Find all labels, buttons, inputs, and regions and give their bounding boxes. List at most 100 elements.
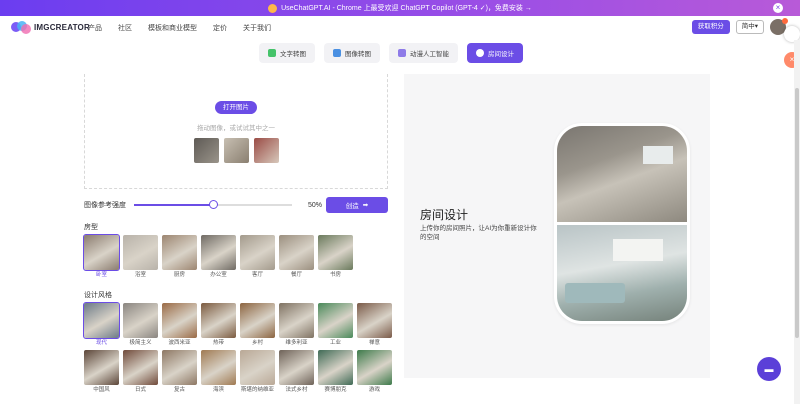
language-select[interactable]: 简中▾ [735,20,764,34]
nav-item-templates[interactable]: 模板和商业模型 [148,23,197,33]
tab-text-to-image[interactable]: 文字转图 [259,43,315,63]
design-style-thumbnail [279,350,314,385]
tab-room-design[interactable]: 房间设计 [467,43,523,63]
design-style-option[interactable]: 海滨 [201,350,236,394]
room-type-option[interactable]: 餐厅 [279,235,314,279]
sofa [565,283,625,303]
design-style-option[interactable]: 中国风 [84,350,119,394]
design-style-grid: 现代 极简主义 波西米亚 热带 乡村 维多利亚 工业 禅意中国风 日式 复古 海滨 斯堪的纳维亚 法式乡… [83,302,394,394]
design-style-option[interactable]: 赛博朋克 [318,350,353,394]
chat-bubble-icon[interactable]: ▬ [757,357,781,381]
before-after-image [554,123,690,324]
design-style-label: 日式 [134,387,146,393]
brand-name: IMGCREATOR [34,22,90,32]
extension-icon [268,3,278,13]
design-style-option[interactable]: 热带 [201,303,236,347]
design-style-option[interactable]: 现代 [83,302,120,347]
design-style-thumbnail [201,350,236,385]
nav-item-community[interactable]: 社区 [118,23,132,33]
preview-title: 房间设计 [420,208,469,222]
room-type-option[interactable]: 浴室 [123,235,158,279]
room-type-label: 浴室 [134,272,146,278]
room-type-label: 客厅 [251,272,263,278]
window [613,239,663,261]
tab-image-to-image[interactable]: 图像转图 [324,43,380,63]
room-type-label: 厨房 [173,272,185,278]
tab-label: 动漫人工智能 [410,51,449,58]
slider-handle[interactable] [209,200,218,209]
scrollbar[interactable] [794,40,800,404]
upload-hint: 拖动图像，或试试其中之一 [197,125,275,132]
tab-label: 文字转图 [280,51,306,58]
design-style-option[interactable]: 工业 [318,303,353,347]
design-style-option[interactable]: 乡村 [240,303,275,347]
design-style-thumbnail [240,350,275,385]
promo-banner-text[interactable]: UseChatGPT.AI - Chrome 上最受欢迎 ChatGPT Cop… [281,3,532,13]
design-style-label: 现代 [95,340,107,346]
upload-dropzone[interactable]: 打开图片 拖动图像，或试试其中之一 [84,74,388,189]
design-style-thumbnail [84,350,119,385]
design-style-option[interactable]: 法式乡村 [279,350,314,394]
design-style-option[interactable]: 复古 [162,350,197,394]
design-style-label: 极简主义 [129,340,152,346]
main-nav: 产品 社区 模板和商业模型 定价 关于我们 [88,23,271,33]
brand-logo[interactable]: IMGCREATOR [11,21,90,34]
room-type-option[interactable]: 厨房 [162,235,197,279]
room-type-option[interactable]: 书房 [318,235,353,279]
design-style-label: 禅意 [368,340,380,346]
sample-images [193,138,279,163]
tab-label: 图像转图 [345,51,371,58]
get-credits-button[interactable]: 获取积分 [691,20,730,34]
open-image-button[interactable]: 打开图片 [215,101,257,114]
sample-image[interactable] [193,138,219,163]
design-style-thumbnail [83,302,120,339]
room-type-option[interactable]: 客厅 [240,235,275,279]
preview-panel: 房间设计 上传你的房间照片，让AI为你重新设计你的空间 [404,74,710,378]
room-type-thumbnail [83,234,120,271]
room-icon [476,49,484,57]
design-style-title: 设计风格 [84,292,112,299]
design-style-thumbnail [357,350,392,385]
reference-strength-slider[interactable] [134,200,292,209]
design-style-option[interactable]: 维多利亚 [279,303,314,347]
design-style-option[interactable]: 游戏 [357,350,392,394]
tab-anime-ai[interactable]: 动漫人工智能 [389,43,458,63]
close-icon[interactable]: × [773,3,783,13]
room-type-option[interactable]: 卧室 [83,234,120,279]
mode-tabs: 文字转图 图像转图 动漫人工智能 房间设计 [259,43,523,63]
design-style-thumbnail [123,350,158,385]
design-style-label: 游戏 [368,387,380,393]
design-style-option[interactable]: 极简主义 [123,303,158,347]
generate-button[interactable]: 创造 ➡ [326,197,388,213]
generate-label: 创造 [345,203,359,210]
sample-image[interactable] [223,138,249,163]
scrollbar-thumb[interactable] [795,88,799,338]
design-style-option[interactable]: 斯堪的纳维亚 [240,350,275,394]
design-style-label: 波西米亚 [168,340,191,346]
nav-item-about[interactable]: 关于我们 [243,23,271,33]
room-type-label: 书房 [329,272,341,278]
room-type-thumbnail [240,235,275,270]
design-style-thumbnail [318,303,353,338]
design-style-option[interactable]: 日式 [123,350,158,394]
sample-image[interactable] [253,138,279,163]
promo-banner[interactable]: UseChatGPT.AI - Chrome 上最受欢迎 ChatGPT Cop… [0,0,800,16]
tab-label: 房间设计 [488,51,514,58]
slider-label: 图像参考强度 [84,202,126,209]
logo-icon [11,21,31,34]
room-type-option[interactable]: 办公室 [201,235,236,279]
design-style-thumbnail [162,350,197,385]
reference-strength-row: 图像参考强度 50% 创造 ➡ [84,197,388,213]
design-style-thumbnail [123,303,158,338]
nav-item-products[interactable]: 产品 [88,23,102,33]
design-style-label: 赛博朋克 [324,387,347,393]
room-type-label: 办公室 [210,272,227,278]
after-image [557,225,687,321]
account-area: 获取积分 简中▾ [691,18,788,35]
design-style-option[interactable]: 波西米亚 [162,303,197,347]
nav-item-pricing[interactable]: 定价 [213,23,227,33]
slider-value: 50% [308,201,323,209]
arrow-right-icon: ➡ [362,202,369,209]
window [643,146,673,164]
design-style-option[interactable]: 禅意 [357,303,392,347]
